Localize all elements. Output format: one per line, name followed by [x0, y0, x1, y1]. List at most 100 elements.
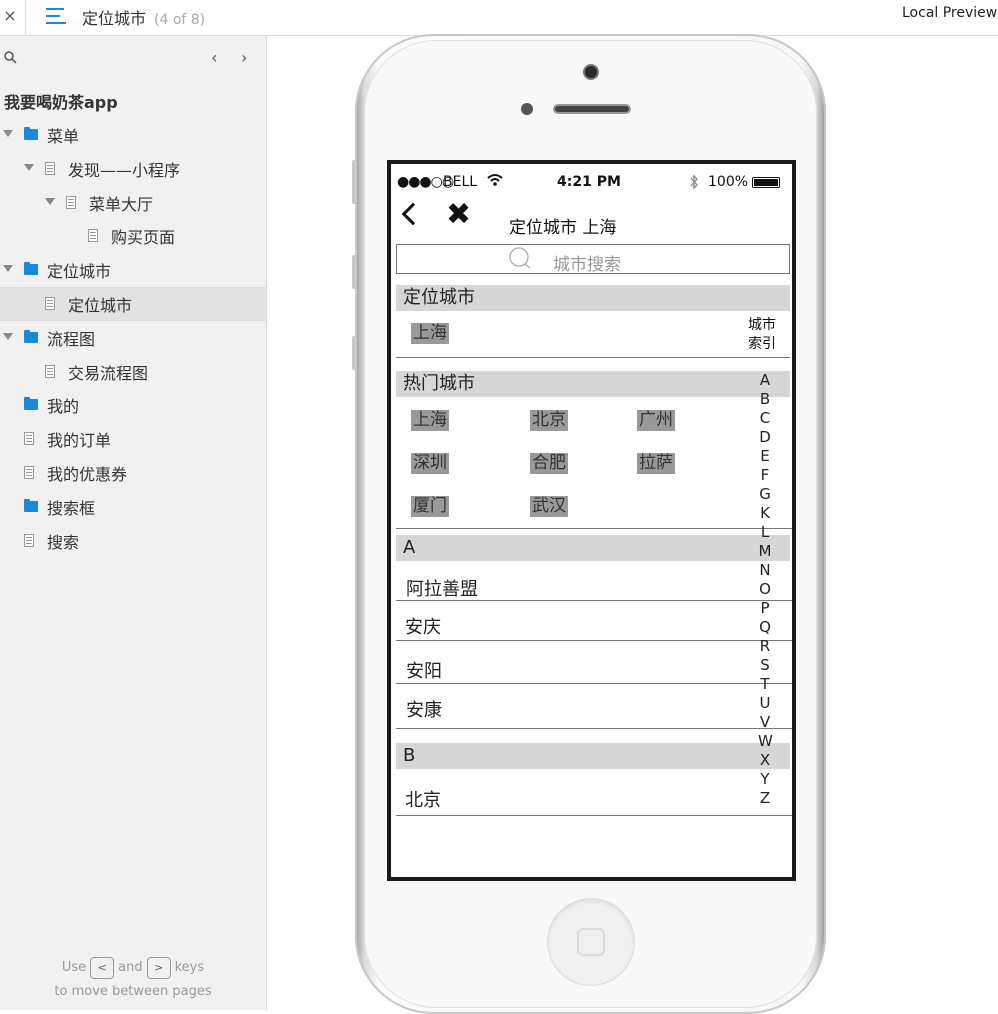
search-icon	[509, 247, 531, 269]
index-letter-t[interactable]: T	[758, 675, 772, 694]
tree-item-label: 菜单大厅	[89, 194, 154, 214]
hot-city-chip[interactable]: 上海	[411, 410, 449, 431]
divider	[396, 815, 792, 816]
tree-item-coupons[interactable]: 我的优惠券	[0, 456, 266, 490]
close-icon[interactable]: ×	[2, 6, 18, 25]
page-icon	[45, 161, 55, 175]
index-letter-p[interactable]: P	[758, 599, 772, 618]
city-index-header: 城市 索引	[748, 317, 776, 352]
status-bar: ●●●○○ BELL 4:21 PM 100%	[391, 172, 792, 192]
folder-icon	[24, 329, 38, 343]
back-chevron-icon[interactable]	[401, 202, 425, 226]
index-letter-m[interactable]: M	[758, 542, 772, 561]
section-header-located: 定位城市	[396, 285, 790, 311]
index-letter-z[interactable]: Z	[758, 789, 772, 808]
tree-item-menu[interactable]: 菜单	[0, 118, 266, 152]
located-city-chip[interactable]: 上海	[411, 323, 449, 344]
next-page-icon[interactable]: ›	[241, 48, 247, 67]
index-letter-y[interactable]: Y	[758, 770, 772, 789]
divider	[396, 640, 792, 641]
tree-item-orders[interactable]: 我的订单	[0, 422, 266, 456]
tree-item-location-folder[interactable]: 定位城市	[0, 253, 266, 287]
sidebar: ‹ › 我要喝奶茶app 菜单 发现——小程序 菜单大厅 购买页面 定位城市 定…	[0, 36, 267, 1010]
index-letter-a[interactable]: A	[758, 371, 772, 390]
hot-city-chip[interactable]: 武汉	[530, 496, 568, 517]
sensor-icon	[521, 103, 533, 115]
nav-title: 定位城市 上海	[509, 218, 617, 238]
index-letter-s[interactable]: S	[758, 656, 772, 675]
city-search-input[interactable]: 城市搜索	[396, 244, 790, 275]
tree-item-label: 发现——小程序	[68, 160, 181, 180]
index-letter-d[interactable]: D	[758, 428, 772, 447]
index-letter-v[interactable]: V	[758, 713, 772, 732]
search-icon[interactable]	[4, 51, 17, 64]
sidebar-toolbar: ‹ ›	[0, 36, 266, 80]
tree-item-search[interactable]: 搜索	[0, 524, 266, 558]
index-letter-w[interactable]: W	[758, 732, 773, 751]
list-icon[interactable]	[46, 6, 68, 26]
city-list-item[interactable]: 安康	[406, 696, 442, 722]
tree-item-purchase[interactable]: 购买页面	[0, 219, 266, 253]
index-letter-o[interactable]: O	[758, 580, 772, 599]
prev-key-icon: <	[90, 956, 115, 979]
tree-item-discover[interactable]: 发现——小程序	[0, 152, 266, 186]
tree-item-menu-hall[interactable]: 菜单大厅	[0, 186, 266, 220]
index-letter-l[interactable]: L	[758, 523, 772, 542]
expand-arrow-icon[interactable]	[3, 130, 13, 137]
battery-percent: 100%	[708, 174, 749, 190]
tree-item-label: 搜索	[47, 532, 80, 552]
tree-item-label: 搜索框	[47, 498, 96, 518]
wifi-icon	[487, 174, 503, 186]
tree-item-label: 我的	[47, 397, 80, 417]
index-letter-r[interactable]: R	[758, 637, 772, 656]
page-title: 定位城市 (4 of 8)	[82, 9, 206, 28]
index-letter-c[interactable]: C	[758, 409, 772, 428]
hot-city-chip[interactable]: 拉萨	[637, 453, 675, 474]
index-letter-k[interactable]: K	[758, 504, 772, 523]
expand-arrow-icon[interactable]	[45, 197, 55, 205]
page-count: (4 of 8)	[154, 12, 206, 28]
city-list-item[interactable]: 安庆	[405, 613, 441, 639]
hot-city-chip[interactable]: 深圳	[411, 453, 449, 474]
index-letter-u[interactable]: U	[758, 694, 772, 713]
close-x-icon[interactable]: ✖	[446, 200, 471, 230]
expand-arrow-icon[interactable]	[3, 332, 13, 340]
section-header-hot: 热门城市	[396, 371, 790, 397]
hot-city-chip[interactable]: 北京	[530, 410, 568, 431]
divider	[396, 357, 790, 358]
hot-city-chip[interactable]: 广州	[637, 410, 675, 431]
index-letter-g[interactable]: G	[758, 485, 772, 504]
divider	[396, 528, 792, 529]
tree-item-location-page[interactable]: 定位城市	[0, 286, 266, 321]
city-list-item[interactable]: 阿拉善盟	[406, 575, 478, 601]
speaker-grille	[553, 104, 631, 114]
index-letter-e[interactable]: E	[758, 447, 772, 466]
hot-city-chip[interactable]: 厦门	[411, 496, 449, 517]
city-list-item[interactable]: 北京	[405, 786, 441, 812]
tree-item-label: 交易流程图	[68, 363, 149, 383]
prev-page-icon[interactable]: ‹	[211, 48, 217, 67]
index-letter-x[interactable]: X	[758, 751, 772, 770]
index-letter-n[interactable]: N	[758, 561, 772, 580]
home-button[interactable]	[547, 898, 635, 986]
hot-city-chip[interactable]: 合肥	[530, 453, 568, 474]
city-list-item[interactable]: 安阳	[406, 657, 442, 683]
expand-arrow-icon[interactable]	[24, 163, 34, 171]
tree-item-trade-flow[interactable]: 交易流程图	[0, 355, 266, 389]
tree-item-label: 我的优惠券	[47, 464, 128, 484]
tree-item-searchbox[interactable]: 搜索框	[0, 490, 266, 524]
local-preview-label[interactable]: Local Preview	[902, 5, 997, 21]
tree-item-mine[interactable]: 我的	[0, 388, 266, 422]
folder-icon	[24, 498, 38, 512]
divider	[396, 683, 792, 684]
index-letter-f[interactable]: F	[758, 466, 772, 485]
divider	[25, 0, 26, 36]
expand-arrow-icon[interactable]	[3, 265, 13, 273]
folder-icon	[24, 127, 38, 140]
tree-item-flowchart[interactable]: 流程图	[0, 321, 266, 355]
folder-icon	[24, 262, 38, 276]
tree-item-label: 定位城市	[68, 295, 133, 315]
index-letter-q[interactable]: Q	[758, 618, 772, 637]
index-letter-b[interactable]: B	[758, 390, 772, 409]
search-placeholder: 城市搜索	[553, 255, 621, 275]
